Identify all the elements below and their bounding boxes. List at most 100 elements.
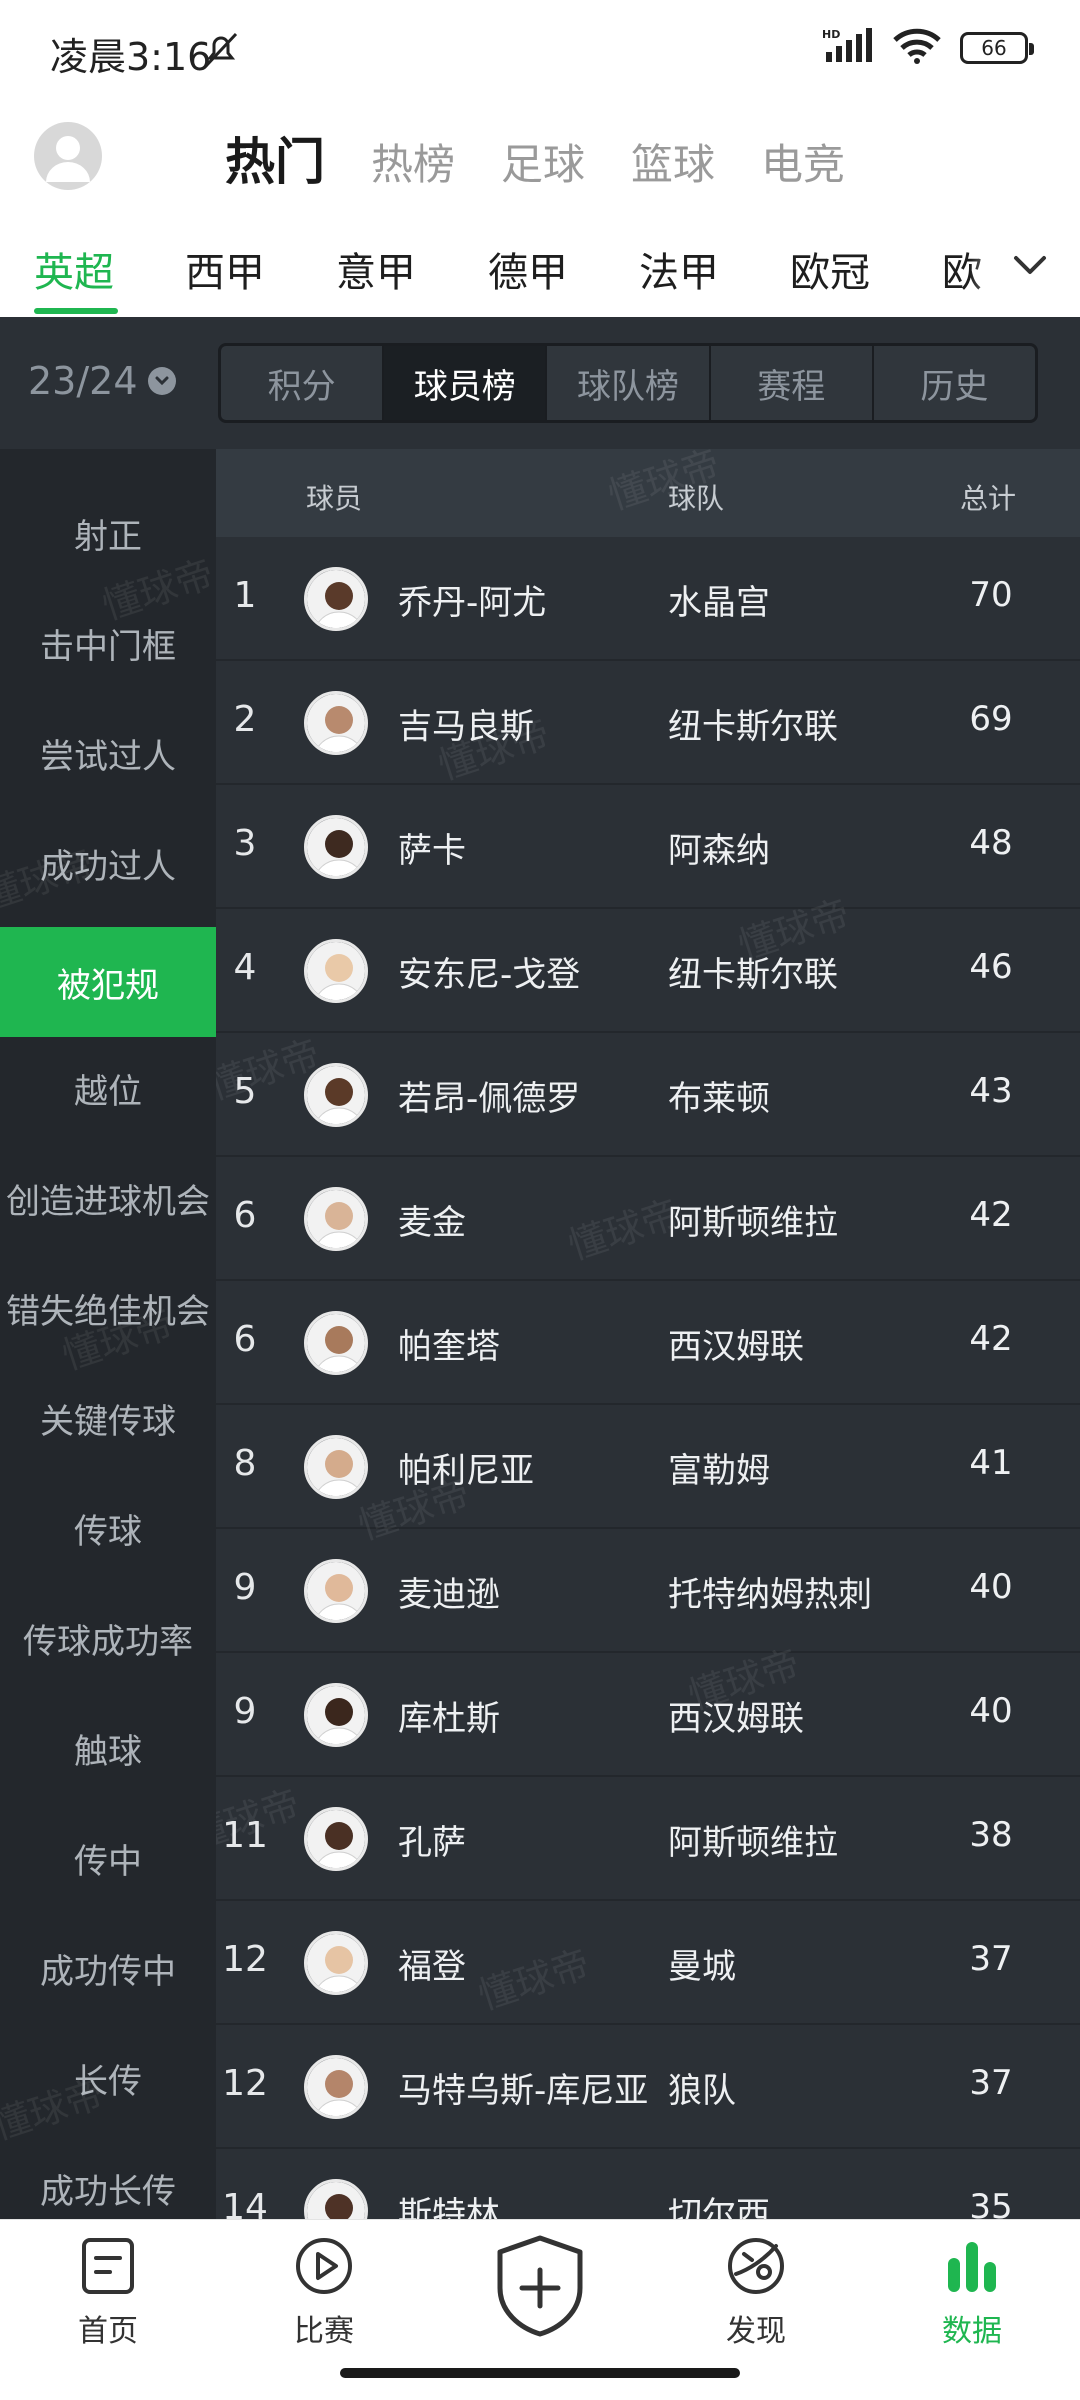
player-photo xyxy=(304,1683,368,1747)
table-row[interactable]: 4 安东尼-戈登 纽卡斯尔联 46 xyxy=(216,909,1080,1033)
player-name: 吉马良斯 xyxy=(398,707,534,747)
player-photo xyxy=(304,1931,368,1995)
league-tab-ligue-1[interactable]: 法甲 xyxy=(639,240,719,298)
play-icon xyxy=(292,2234,356,2298)
row-rank: 9 xyxy=(233,1691,257,1732)
sidebar-item-successful-crosses[interactable]: 成功传中 xyxy=(0,1913,216,2023)
table-row[interactable]: 9 库杜斯 西汉姆联 40 xyxy=(216,1653,1080,1777)
nav-data[interactable]: 数据 xyxy=(902,2234,1042,2350)
league-tab-premier-league[interactable]: 英超 xyxy=(34,240,114,298)
nav-discover-label: 发现 xyxy=(726,2314,786,2349)
tab-basketball[interactable]: 篮球 xyxy=(631,131,715,192)
sidebar-item-big-chances-missed[interactable]: 错失绝佳机会 xyxy=(0,1253,216,1363)
league-tab-serie-a[interactable]: 意甲 xyxy=(336,240,416,298)
league-tab-bundesliga[interactable]: 德甲 xyxy=(488,240,568,298)
sidebar-item-key-passes[interactable]: 关键传球 xyxy=(0,1363,216,1473)
total-value: 46 xyxy=(969,947,1013,987)
player-name: 乔丹-阿尤 xyxy=(398,583,547,623)
table-row[interactable]: 8 帕利尼亚 富勒姆 41 xyxy=(216,1405,1080,1529)
active-tab-indicator xyxy=(34,308,118,314)
sidebar-item-crosses[interactable]: 传中 xyxy=(0,1803,216,1913)
sidebar-item-chances-created[interactable]: 创造进球机会 xyxy=(0,1143,216,1253)
table-row[interactable]: 3 萨卡 阿森纳 48 xyxy=(216,785,1080,909)
player-name: 孔萨 xyxy=(398,1823,466,1863)
table-row[interactable]: 5 若昂-佩德罗 布莱顿 43 xyxy=(216,1033,1080,1157)
segment-standings[interactable]: 积分 xyxy=(221,346,385,420)
status-icons: HD 66 xyxy=(822,28,1034,68)
row-rank: 14 xyxy=(222,2187,268,2219)
app-header: 热门 热榜 足球 篮球 电竞 xyxy=(0,100,1080,212)
player-name: 萨卡 xyxy=(398,831,466,871)
segment-player-rankings[interactable]: 球员榜 xyxy=(384,346,548,420)
team-name: 阿斯顿维拉 xyxy=(668,1203,838,1243)
season-label: 23/24 xyxy=(28,359,138,403)
chevron-down-icon[interactable] xyxy=(1010,248,1050,284)
table-row[interactable]: 12 马特乌斯-库尼亚 狼队 37 xyxy=(216,2025,1080,2149)
total-value: 48 xyxy=(969,823,1013,863)
player-ranking-table: 球员 球队 总计 1 乔丹-阿尤 水晶宫 70 2 吉马良斯 纽卡斯尔联 69 3 萨卡 阿森纳 48… xyxy=(216,449,1080,2219)
segment-team-rankings[interactable]: 球队榜 xyxy=(547,346,711,420)
sidebar-item-long-balls[interactable]: 长传 xyxy=(0,2023,216,2133)
league-tab-la-liga[interactable]: 西甲 xyxy=(185,240,265,298)
team-name: 阿森纳 xyxy=(668,831,770,871)
player-photo xyxy=(304,1435,368,1499)
sidebar-item-successful-long-balls[interactable]: 成功长传 xyxy=(0,2133,216,2219)
nav-discover[interactable]: 发现 xyxy=(686,2234,826,2350)
sidebar-item-dribbles-attempted[interactable]: 尝试过人 xyxy=(0,698,216,808)
team-name: 布莱顿 xyxy=(668,1079,770,1119)
sidebar-item-touches[interactable]: 触球 xyxy=(0,1693,216,1803)
team-name: 狼队 xyxy=(668,2071,736,2111)
team-name: 纽卡斯尔联 xyxy=(668,955,838,995)
sidebar-item-offsides[interactable]: 越位 xyxy=(0,1033,216,1143)
segment-history[interactable]: 历史 xyxy=(874,346,1035,420)
player-name: 马特乌斯-库尼亚 xyxy=(398,2071,649,2111)
row-rank: 2 xyxy=(233,699,257,740)
row-rank: 12 xyxy=(222,1939,268,1980)
player-name: 福登 xyxy=(398,1947,466,1987)
player-photo xyxy=(304,1807,368,1871)
nav-matches-label: 比赛 xyxy=(294,2314,354,2349)
tab-trending[interactable]: 热榜 xyxy=(371,131,455,192)
season-select[interactable]: 23/24 xyxy=(28,359,176,403)
team-name: 纽卡斯尔联 xyxy=(668,707,838,747)
nav-matches[interactable]: 比赛 xyxy=(254,2234,394,2350)
sidebar-item-passes[interactable]: 传球 xyxy=(0,1473,216,1583)
row-rank: 6 xyxy=(233,1195,257,1236)
sidebar-item-pass-accuracy[interactable]: 传球成功率 xyxy=(0,1583,216,1693)
column-header-total: 总计 xyxy=(960,482,1017,515)
tab-esports[interactable]: 电竞 xyxy=(761,131,845,192)
tab-hot[interactable]: 热门 xyxy=(225,122,325,194)
tab-football[interactable]: 足球 xyxy=(501,131,585,192)
table-row[interactable]: 6 帕奎塔 西汉姆联 42 xyxy=(216,1281,1080,1405)
segment-schedule[interactable]: 赛程 xyxy=(711,346,874,420)
table-row[interactable]: 11 孔萨 阿斯顿维拉 38 xyxy=(216,1777,1080,1901)
mute-icon xyxy=(200,30,242,74)
sidebar-item-shots-on-target[interactable]: 射正 xyxy=(0,478,216,588)
player-photo xyxy=(304,2179,368,2219)
row-rank: 5 xyxy=(233,1071,257,1112)
user-avatar[interactable] xyxy=(34,122,102,190)
table-row[interactable]: 12 福登 曼城 37 xyxy=(216,1901,1080,2025)
row-rank: 3 xyxy=(233,823,257,864)
sidebar-item-hit-woodwork[interactable]: 击中门框 xyxy=(0,588,216,698)
row-rank: 8 xyxy=(233,1443,257,1484)
table-row[interactable]: 6 麦金 阿斯顿维拉 42 xyxy=(216,1157,1080,1281)
total-value: 69 xyxy=(969,699,1013,739)
table-row[interactable]: 14 斯特林 切尔西 35 xyxy=(216,2149,1080,2219)
sidebar-item-fouled[interactable]: 被犯规 xyxy=(0,927,216,1037)
total-value: 42 xyxy=(969,1319,1013,1359)
chevron-down-icon xyxy=(147,367,176,395)
row-rank: 11 xyxy=(222,1815,268,1856)
table-row[interactable]: 2 吉马良斯 纽卡斯尔联 69 xyxy=(216,661,1080,785)
sidebar-item-successful-dribbles[interactable]: 成功过人 xyxy=(0,808,216,918)
column-header-player: 球员 xyxy=(306,482,363,515)
table-row[interactable]: 9 麦迪逊 托特纳姆热刺 40 xyxy=(216,1529,1080,1653)
player-photo xyxy=(304,1063,368,1127)
nav-home[interactable]: 首页 xyxy=(38,2234,178,2350)
row-rank: 12 xyxy=(222,2063,268,2104)
table-header: 球员 球队 总计 xyxy=(216,449,1080,537)
league-tab-champions-league[interactable]: 欧冠 xyxy=(790,240,870,298)
table-row[interactable]: 1 乔丹-阿尤 水晶宫 70 xyxy=(216,537,1080,661)
player-photo xyxy=(304,567,368,631)
add-shield-icon[interactable] xyxy=(494,2234,586,2338)
